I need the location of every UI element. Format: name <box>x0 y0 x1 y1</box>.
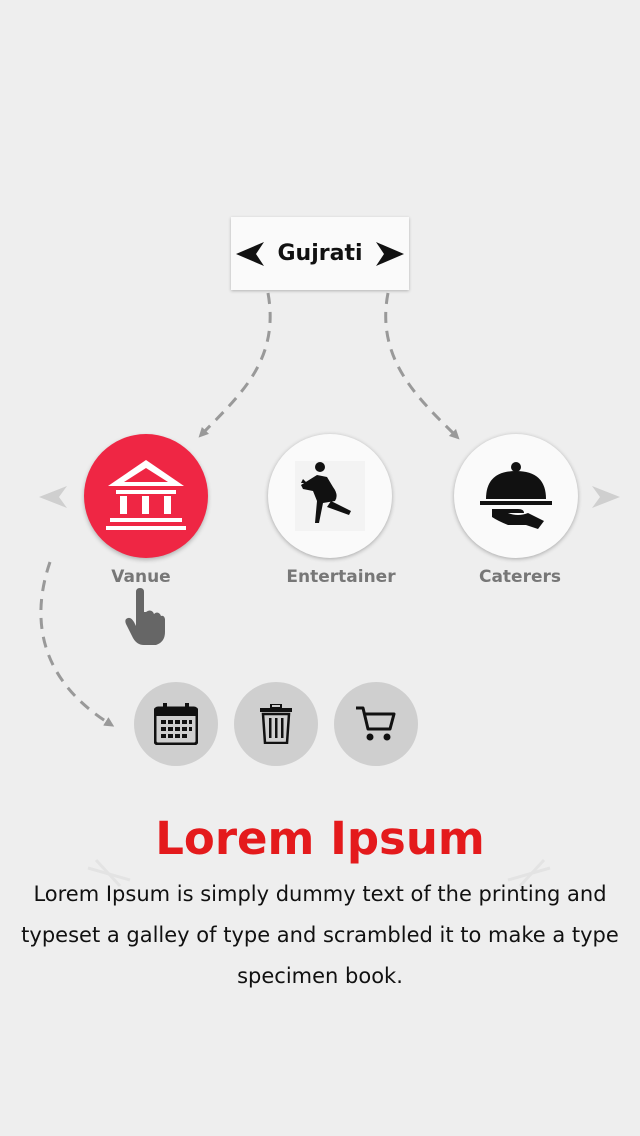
arrow-to-caterers <box>384 292 460 440</box>
content-body: Lorem Ipsum is simply dummy text of the … <box>21 882 619 988</box>
selector-label: Gujrati <box>277 241 363 266</box>
content-title: Lorem Ipsum <box>155 812 485 865</box>
category-label-entertainer: Entertainer <box>286 567 396 587</box>
arrow-to-venue <box>198 292 272 438</box>
cart-button[interactable] <box>334 682 418 766</box>
calendar-icon <box>154 703 198 745</box>
category-entertainer-button[interactable] <box>268 434 392 558</box>
arrow-left-icon[interactable] <box>235 239 265 269</box>
food-cloche-icon <box>480 462 552 529</box>
venue-building-icon <box>106 460 186 530</box>
carousel-next-icon[interactable] <box>591 484 621 510</box>
delete-button[interactable] <box>234 682 318 766</box>
category-label-venue: Vanue <box>111 567 171 587</box>
dancer-icon <box>295 461 365 531</box>
hand-pointer-icon <box>125 588 165 645</box>
arrow-right-icon[interactable] <box>375 239 405 269</box>
category-caterers-button[interactable] <box>454 434 578 558</box>
calendar-button[interactable] <box>134 682 218 766</box>
language-selector: Gujrati <box>231 217 409 290</box>
trash-icon <box>260 704 292 744</box>
cart-icon <box>356 706 396 741</box>
category-venue-button[interactable] <box>84 434 208 558</box>
carousel-prev-icon[interactable] <box>38 484 68 510</box>
category-label-caterers: Caterers <box>478 567 562 587</box>
